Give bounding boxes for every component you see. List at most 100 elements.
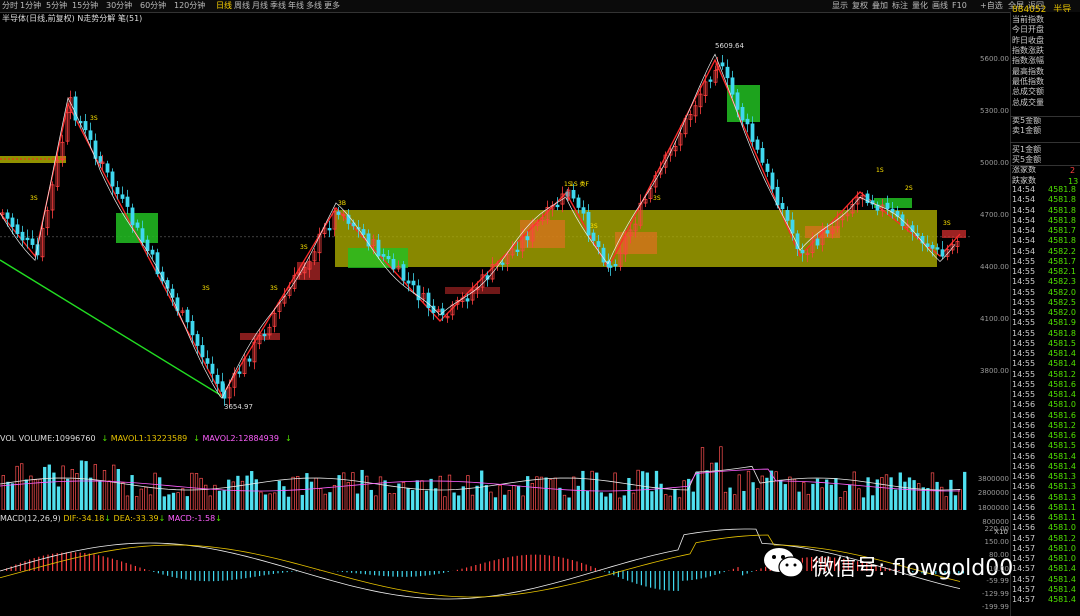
macd-tick: 10.00 [988,565,1009,573]
tab-12[interactable]: 多线 [305,1,323,11]
candle [210,363,215,374]
signal-mark: 3S [943,220,951,227]
toolbar-button-4[interactable]: 量化 [912,1,928,11]
tick-value: 4581.4 [1048,461,1076,471]
candle [406,280,411,284]
toolbar-button-6[interactable]: F10 [952,1,967,11]
volume-bar [714,462,718,510]
toolbar-button-7[interactable]: +自选 [980,1,1003,11]
candle [608,265,613,268]
tab-4[interactable]: 30分钟 [105,1,133,11]
toolbar-button-2[interactable]: 叠加 [872,1,888,11]
volume-bar [857,488,861,510]
volume-bar [342,472,346,510]
tick-time: 14:54 [1012,215,1036,225]
toolbar-button-3[interactable]: 标注 [892,1,908,11]
price-tick: 4400.00 [980,263,1009,271]
tab-9[interactable]: 月线 [251,1,269,11]
quote-label: 指数涨幅 [1012,56,1044,65]
tab-1[interactable]: 1分钟 [19,1,42,11]
volume-bar [424,490,429,510]
panel-divider [1010,116,1080,117]
toolbar-button-1[interactable]: 复权 [852,1,868,11]
volume-bar [894,489,898,510]
volume-bar [434,488,438,510]
high-price-label: 5609.64 [715,42,744,50]
tab-7[interactable]: 日线 [215,1,233,11]
tick-time: 14:55 [1012,379,1036,389]
candle [262,333,267,337]
tab-6[interactable]: 120分钟 [173,1,206,11]
volume-bar [397,483,401,510]
volume-chart[interactable] [0,444,972,510]
dea-label: DEA:-33.39 [113,514,159,523]
tab-3[interactable]: 15分钟 [71,1,99,11]
volume-bar [903,481,907,510]
candle [815,238,820,246]
tab-10[interactable]: 季线 [269,1,287,11]
tick-time: 14:55 [1012,359,1036,369]
price-chart[interactable]: 5609.643654.973S3S3S 3S3B3S1S1S 类F3S3S1S2… [0,24,972,430]
tab-2[interactable]: 5分钟 [45,1,68,11]
volume-bar [737,474,741,510]
volume-bar [176,492,180,510]
volume-bar [889,477,893,510]
volume-bar [15,465,19,510]
volume-bar [838,497,843,510]
tick-value: 4581.9 [1048,318,1076,328]
macd-legend: MACD(12,26,9) DIF:-34.18↓ DEA:-33.39↓ MA… [0,514,222,523]
volume-bar [792,478,797,510]
volume-bar [93,464,97,510]
toolbar-button-5[interactable]: 画线 [932,1,948,11]
volume-bar [475,485,479,510]
tab-5[interactable]: 60分钟 [139,1,167,11]
volume-bar [507,490,511,510]
toolbar-button-0[interactable]: 显示 [832,1,848,11]
volume-bar [254,479,258,510]
candle [20,231,25,241]
tick-time: 14:55 [1012,287,1036,297]
tick-time: 14:55 [1012,338,1036,348]
candle [740,106,745,121]
volume-bar [963,471,967,510]
volume-bar [38,479,42,510]
volume-bar [549,479,553,510]
volume-bar [608,493,613,510]
quote-label: 指数涨跌 [1012,46,1044,55]
volume-bar [273,492,277,510]
tab-13[interactable]: 更多 [323,1,341,11]
volume-bar [66,478,70,510]
volume-bar [664,494,668,510]
volume-bar [572,476,576,510]
watermark: 微信号: flowgold00 [762,544,1062,584]
trend-line [0,259,223,397]
tab-8[interactable]: 周线 [233,1,251,11]
price-tick: 5600.00 [980,55,1009,63]
volume-bar [158,477,162,510]
signal-mark: 3S [30,195,38,202]
candle [613,264,618,267]
volume-bar [912,480,916,510]
volume-bar [401,481,406,510]
volume-bar [544,477,548,510]
tab-11[interactable]: 年线 [287,1,305,11]
volume-bar [930,472,935,510]
volume-bar [783,484,787,510]
candle [366,233,371,247]
tick-value: 4581.1 [1048,502,1076,512]
volume-bar [553,477,557,510]
tick-time: 14:55 [1012,328,1036,338]
tab-0[interactable]: 分时 [1,1,19,11]
volume-bar [512,485,516,510]
candle [88,130,93,140]
volume-bar [144,486,148,510]
volume-bar [181,488,185,510]
candle [765,163,770,172]
candle [730,77,735,95]
candle [391,258,396,270]
down-arrow-icon: ↓ [158,514,166,523]
tick-time: 14:55 [1012,297,1036,307]
candle [785,210,790,221]
volume-bar [162,496,166,510]
volume-bar [696,471,700,510]
